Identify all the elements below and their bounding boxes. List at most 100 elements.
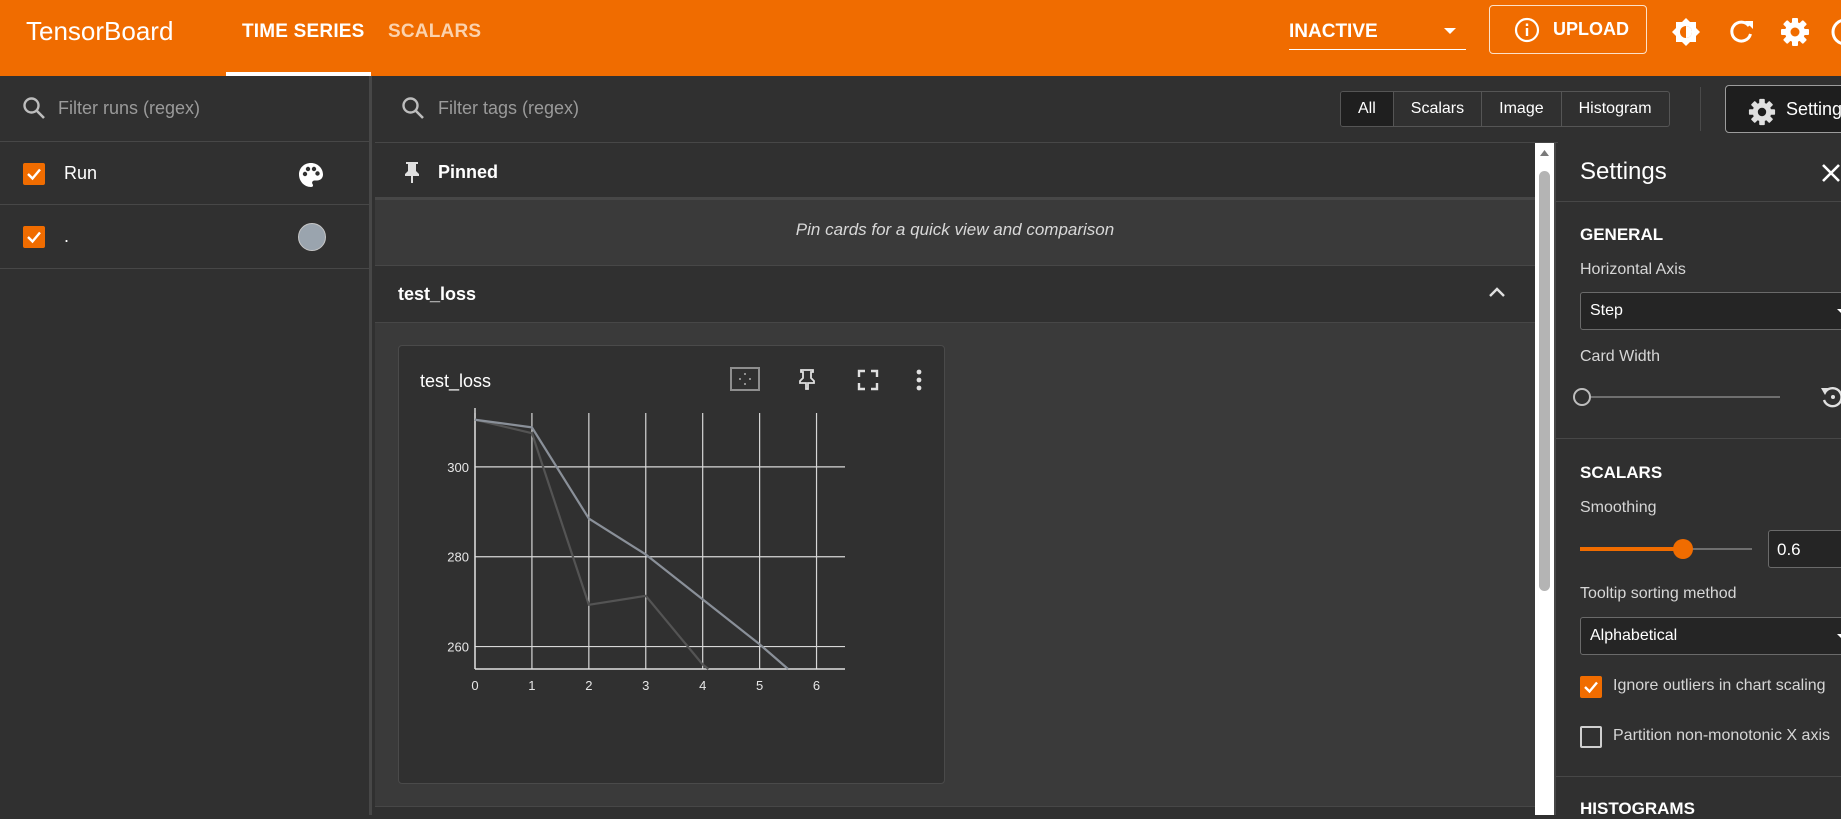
ignore-outliers-checkbox[interactable]	[1580, 676, 1602, 698]
main-content: All Scalars Image Histogram Pinned Pin c…	[375, 76, 1701, 815]
run-row[interactable]: .	[0, 206, 372, 269]
tags-filter-row: All Scalars Image Histogram	[375, 76, 1701, 143]
search-icon	[402, 97, 424, 119]
card-width-label: Card Width	[1580, 348, 1661, 365]
info-icon	[1514, 17, 1540, 43]
main-scrollbar[interactable]	[1535, 143, 1554, 815]
line-chart[interactable]: 0 1 2 3 4 5 6 260 280 300	[417, 401, 927, 776]
runs-filter-row	[0, 76, 372, 142]
pinned-title: Pinned	[438, 162, 499, 182]
top-app-bar: TensorBoard TIME SERIES SCALARS INACTIVE…	[0, 0, 1841, 76]
run-name: .	[64, 226, 70, 246]
gear-icon[interactable]	[1780, 17, 1810, 47]
app-brand: TensorBoard	[26, 16, 174, 46]
reset-icon[interactable]	[1819, 384, 1841, 410]
refresh-icon[interactable]	[1727, 17, 1755, 47]
x-tick-label: 1	[528, 678, 535, 693]
smoothing-slider-thumb[interactable]	[1673, 539, 1694, 559]
run-checkbox[interactable]	[23, 226, 45, 248]
tooltip-sorting-label: Tooltip sorting method	[1580, 585, 1737, 602]
horizontal-axis-label: Horizontal Axis	[1580, 261, 1686, 278]
gear-icon	[1748, 98, 1776, 126]
x-tick-label: 5	[756, 678, 763, 693]
card-width-slider-thumb[interactable]	[1573, 388, 1591, 406]
next-group-edge	[375, 806, 1535, 815]
horizontal-axis-select[interactable]: Step	[1580, 292, 1841, 330]
general-heading: GENERAL	[1580, 225, 1664, 244]
settings-button-label: Settings	[1786, 99, 1841, 119]
tooltip-sorting-select[interactable]: Alphabetical	[1580, 617, 1841, 655]
x-tick-label: 3	[642, 678, 649, 693]
tag-group-header[interactable]: test_loss	[375, 265, 1535, 323]
fullscreen-icon[interactable]	[857, 369, 879, 391]
toolbar-divider	[1700, 87, 1701, 131]
upload-button[interactable]: UPLOAD	[1489, 5, 1647, 54]
settings-divider	[1556, 776, 1841, 777]
filter-scalars-button[interactable]: Scalars	[1392, 92, 1481, 126]
x-tick-label: 2	[585, 678, 592, 693]
runs-filter-input[interactable]	[58, 98, 348, 119]
partition-x-axis-checkbox[interactable]	[1580, 726, 1602, 748]
checkmark-icon	[27, 231, 41, 244]
card-width-slider-track[interactable]	[1580, 396, 1780, 398]
settings-button[interactable]: Settings	[1725, 85, 1841, 133]
more-vert-icon[interactable]	[915, 368, 923, 392]
pin-icon[interactable]	[798, 368, 816, 390]
scalars-heading: SCALARS	[1580, 463, 1663, 482]
tags-filter-input[interactable]	[438, 98, 1038, 119]
pinned-section-header: Pinned	[375, 143, 1535, 200]
scroll-up-arrow-icon[interactable]	[1539, 149, 1550, 157]
x-tick-label: 0	[471, 678, 478, 693]
x-tick-label: 6	[813, 678, 820, 693]
smoothing-input[interactable]: 0.6	[1768, 530, 1841, 568]
scrollbar-thumb[interactable]	[1539, 171, 1550, 591]
tooltip-sorting-value: Alphabetical	[1590, 627, 1678, 644]
settings-divider	[1556, 201, 1841, 202]
horizontal-axis-value: Step	[1590, 302, 1623, 319]
filter-histogram-button[interactable]: Histogram	[1560, 92, 1669, 126]
checkmark-icon	[27, 168, 41, 181]
x-tick-label: 4	[699, 678, 706, 693]
search-icon	[23, 97, 45, 119]
scalar-card: test_loss 0 1 2 3 4 5 6 260 280 300	[398, 345, 945, 784]
chevron-down-icon	[1837, 634, 1841, 639]
series-line-raw	[474, 418, 710, 670]
y-tick-label: 260	[447, 640, 469, 655]
runs-panel: Run .	[0, 76, 372, 815]
run-color-swatch[interactable]	[298, 223, 326, 251]
smoothing-label: Smoothing	[1580, 499, 1657, 516]
ignore-outliers-label: Ignore outliers in chart scaling	[1613, 677, 1826, 694]
tag-group-title: test_loss	[398, 284, 477, 304]
upload-label: UPLOAD	[1553, 19, 1629, 39]
y-tick-label: 300	[447, 460, 469, 475]
histograms-heading: HISTOGRAMS	[1580, 799, 1695, 818]
brightness-icon[interactable]	[1671, 17, 1701, 47]
select-all-runs-checkbox[interactable]	[23, 163, 45, 185]
tab-scalars[interactable]: SCALARS	[388, 21, 481, 43]
plugin-selector-value: INACTIVE	[1289, 21, 1378, 42]
run-column-label: Run	[64, 163, 98, 183]
run-list-header: Run	[0, 142, 372, 205]
filter-all-button[interactable]: All	[1341, 92, 1393, 126]
settings-title: Settings	[1580, 158, 1667, 185]
y-tick-label: 280	[447, 550, 469, 565]
fit-domain-icon[interactable]	[729, 366, 761, 392]
pinned-empty-message: Pin cards for a quick view and compariso…	[375, 202, 1535, 262]
pin-icon	[405, 162, 419, 183]
checkmark-icon	[1584, 681, 1598, 694]
plugin-type-filter: All Scalars Image Histogram	[1340, 91, 1670, 127]
close-icon[interactable]	[1821, 163, 1841, 183]
partition-x-axis-label: Partition non-monotonic X axis	[1613, 727, 1830, 744]
series-line-smoothed	[474, 418, 789, 670]
chevron-up-icon[interactable]	[1488, 285, 1506, 299]
tab-time-series[interactable]: TIME SERIES	[242, 21, 365, 43]
filter-image-button[interactable]: Image	[1481, 92, 1560, 126]
help-icon[interactable]	[1830, 17, 1841, 47]
settings-divider	[1556, 438, 1841, 439]
settings-panel: Settings GENERAL Horizontal Axis Step Ca…	[1554, 143, 1841, 818]
card-title: test_loss	[420, 371, 492, 391]
chevron-down-icon	[1444, 28, 1456, 34]
smoothing-slider-fill	[1580, 547, 1684, 551]
plugin-selector[interactable]: INACTIVE	[1289, 16, 1466, 50]
palette-icon[interactable]	[297, 161, 325, 189]
